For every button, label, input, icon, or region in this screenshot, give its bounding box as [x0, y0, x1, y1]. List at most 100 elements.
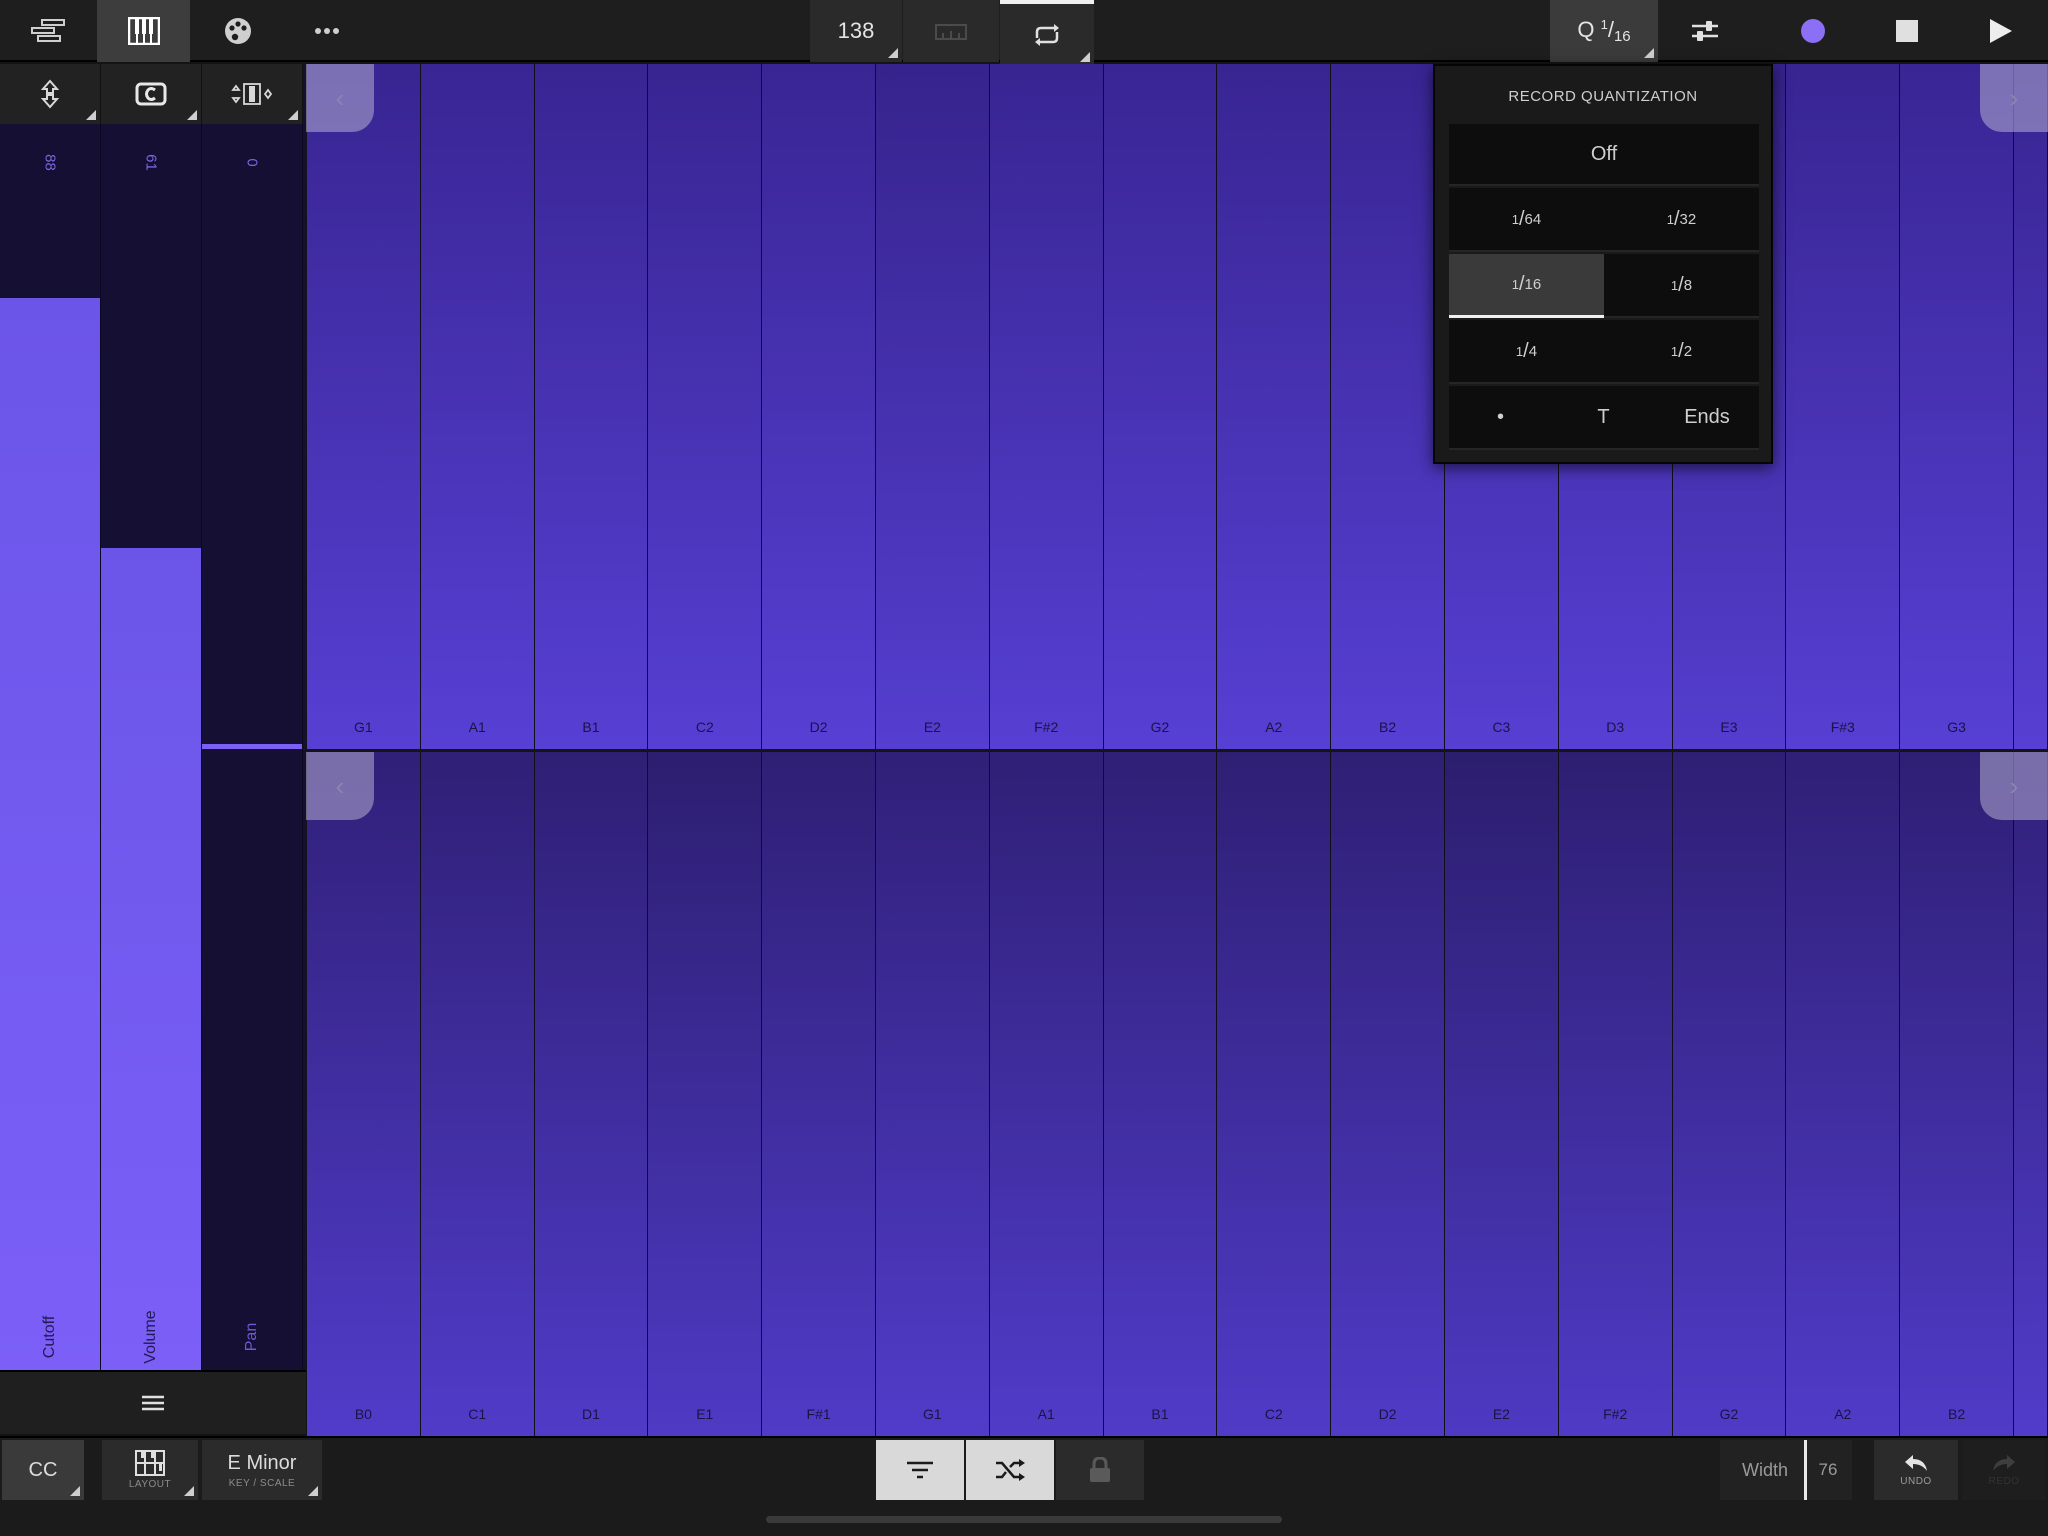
width-label-cell: Width: [1720, 1440, 1810, 1500]
quantize-ends-option[interactable]: Ends: [1655, 386, 1759, 450]
note-pad[interactable]: F#2: [989, 64, 1104, 749]
pad-note-label: G2: [1150, 719, 1170, 735]
palette-button[interactable]: [191, 0, 284, 62]
cc-column-pan[interactable]: 0 Pan: [202, 124, 303, 1370]
note-pad[interactable]: B2: [1900, 752, 2014, 1436]
pan-center-line: [202, 744, 302, 749]
more-button[interactable]: [285, 0, 369, 62]
note-pad[interactable]: F#2: [1558, 752, 1673, 1436]
lock-button[interactable]: [1056, 1440, 1144, 1500]
note-pad[interactable]: A1: [420, 64, 535, 749]
note-pad[interactable]: B0: [307, 752, 421, 1436]
redo-button[interactable]: REDO: [1962, 1440, 2046, 1500]
width-value: 76: [1818, 1460, 1838, 1479]
note-pad[interactable]: C2: [1217, 752, 1332, 1436]
layout-button[interactable]: LAYOUT: [102, 1440, 198, 1500]
width-slider-handle[interactable]: [1804, 1440, 1807, 1500]
note-pad[interactable]: B1: [534, 64, 649, 749]
note-pad[interactable]: F#1: [762, 752, 876, 1436]
quantize-button[interactable]: Q 1/16: [1550, 0, 1658, 62]
cc-value: 61: [142, 154, 160, 171]
note-pad[interactable]: D2: [1331, 752, 1445, 1436]
cc-menu-button[interactable]: [0, 1370, 306, 1434]
quantize-off-option[interactable]: Off: [1449, 124, 1759, 186]
width-value-field[interactable]: 76: [1804, 1440, 1852, 1500]
tempo-button[interactable]: 138: [810, 0, 902, 62]
note-pad[interactable]: F#3: [1786, 64, 1901, 749]
pad-note-label: D2: [809, 719, 828, 735]
quantize-triplet-option[interactable]: T: [1552, 386, 1655, 450]
pad-note-label: A2: [1265, 719, 1283, 735]
note-pad[interactable]: [2014, 752, 2048, 1436]
frac-num: 1: [1511, 277, 1519, 292]
note-pad[interactable]: [2014, 64, 2048, 749]
note-pad[interactable]: C1: [420, 752, 535, 1436]
undo-icon: [1905, 1455, 1927, 1471]
mixer-button[interactable]: [1660, 0, 1750, 62]
move-vertical-icon: [40, 79, 60, 109]
cc-column-volume[interactable]: 61 Volume: [101, 124, 202, 1370]
hamburger-icon: [142, 1395, 164, 1411]
quantize-option-1-2[interactable]: 1/2: [1604, 320, 1759, 384]
stop-button[interactable]: [1862, 0, 1952, 62]
cc-fill-bar: [0, 298, 100, 1370]
pad-note-label: E2: [1492, 1406, 1510, 1422]
cc-select-button[interactable]: [101, 64, 202, 124]
record-button[interactable]: [1768, 0, 1858, 62]
note-pad[interactable]: G2: [1672, 752, 1787, 1436]
note-pad[interactable]: E1: [648, 752, 763, 1436]
undo-button[interactable]: UNDO: [1874, 1440, 1958, 1500]
note-pad[interactable]: G3: [1900, 64, 2014, 749]
scroll-left-bottom-button[interactable]: ‹: [306, 752, 374, 820]
note-pad[interactable]: D2: [762, 64, 876, 749]
note-pad[interactable]: C2: [648, 64, 763, 749]
option-label: T: [1597, 405, 1610, 428]
quantize-option-1-32[interactable]: 1/32: [1604, 188, 1759, 252]
note-pad[interactable]: E2: [1445, 752, 1559, 1436]
note-pad[interactable]: G1: [876, 752, 990, 1436]
shuffle-icon: [996, 1459, 1025, 1481]
quantize-option-1-4[interactable]: 1/4: [1449, 320, 1604, 384]
scroll-right-bottom-button[interactable]: ›: [1980, 752, 2048, 820]
scroll-left-top-button[interactable]: ‹: [306, 64, 374, 132]
metronome-button[interactable]: [903, 0, 999, 62]
note-pad[interactable]: A1: [989, 752, 1104, 1436]
note-pad[interactable]: B1: [1103, 752, 1218, 1436]
cc-range-button[interactable]: [202, 64, 303, 124]
note-pad[interactable]: G2: [1103, 64, 1218, 749]
play-button[interactable]: [1956, 0, 2046, 62]
lock-icon: [1090, 1457, 1110, 1482]
quantize-dotted-option[interactable]: •: [1449, 386, 1552, 450]
frac-den: 32: [1679, 210, 1697, 228]
quantize-num: 1: [1600, 17, 1608, 32]
pad-note-label: D1: [582, 1406, 600, 1422]
cc-move-button[interactable]: [0, 64, 101, 124]
range-icon: [231, 83, 273, 105]
quantize-option-1-16[interactable]: 1/16: [1449, 254, 1604, 318]
quantize-option-1-64[interactable]: 1/64: [1449, 188, 1604, 252]
frac-den: 2: [1683, 342, 1693, 360]
key-scale-value: E Minor: [227, 1451, 297, 1474]
quantize-prefix: Q: [1577, 17, 1595, 42]
keyboard-button[interactable]: [97, 0, 190, 62]
note-pad[interactable]: E2: [876, 64, 990, 749]
cc-mode-button[interactable]: CC: [2, 1440, 84, 1500]
key-scale-label: KEY / SCALE: [228, 1477, 296, 1489]
note-pad[interactable]: B2: [1331, 64, 1445, 749]
cc-column-cutoff[interactable]: 88 Cutoff: [0, 124, 101, 1370]
loop-button[interactable]: [1000, 0, 1094, 66]
shuffle-button[interactable]: [966, 1440, 1054, 1500]
quantize-option-1-8[interactable]: 1/8: [1604, 254, 1759, 318]
note-pad[interactable]: D1: [534, 752, 649, 1436]
pad-note-label: C3: [1492, 719, 1511, 735]
note-pad[interactable]: A2: [1786, 752, 1901, 1436]
filter-button[interactable]: [876, 1440, 964, 1500]
key-scale-button[interactable]: E Minor KEY / SCALE: [202, 1440, 322, 1500]
note-pad[interactable]: A2: [1217, 64, 1332, 749]
note-pad[interactable]: G1: [307, 64, 421, 749]
pad-note-label: G3: [1947, 719, 1966, 735]
tracks-button[interactable]: [0, 0, 96, 62]
scroll-right-top-button[interactable]: ›: [1980, 64, 2048, 132]
layout-label: LAYOUT: [128, 1479, 172, 1490]
pad-note-label: E1: [696, 1406, 714, 1422]
